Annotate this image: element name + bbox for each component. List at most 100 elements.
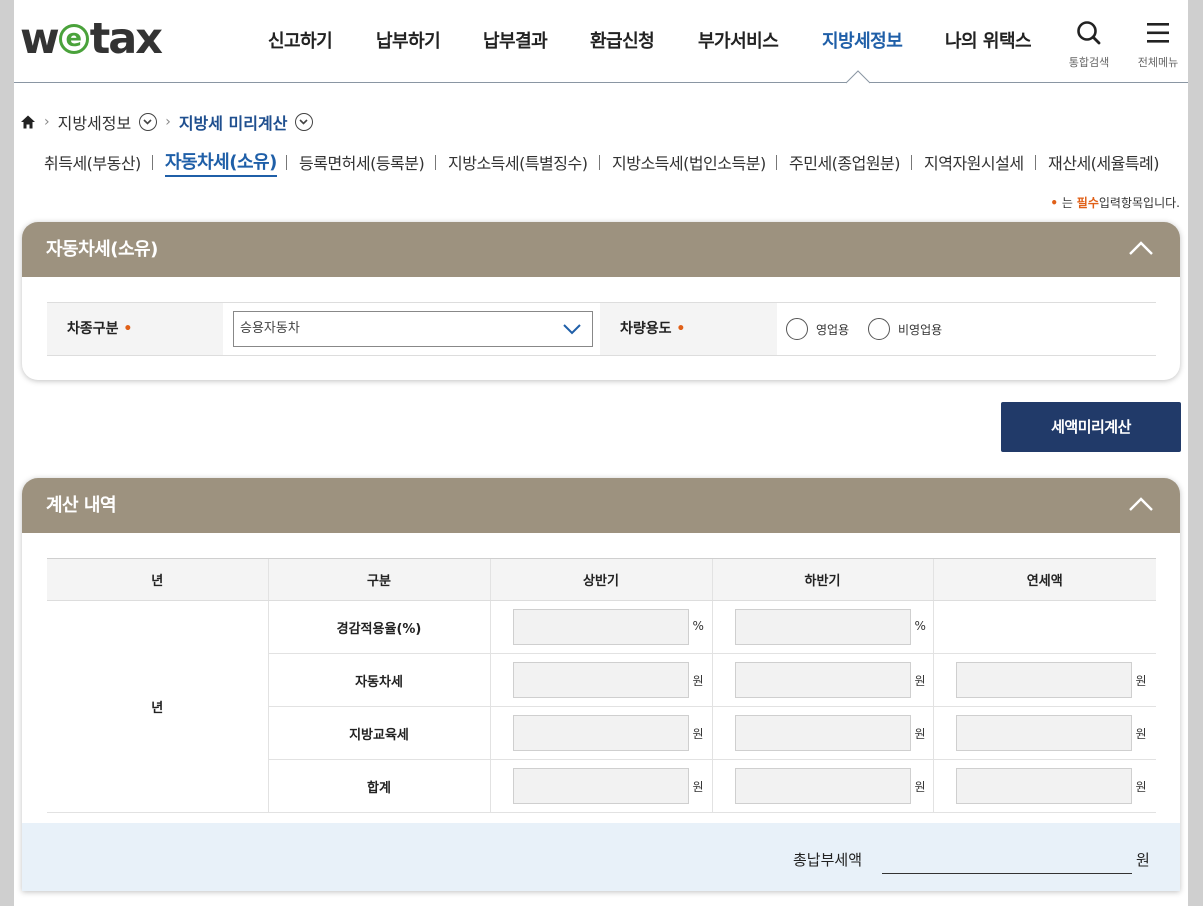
tab-property-tax[interactable]: 재산세(세율특례) [1048, 150, 1160, 174]
value-field[interactable] [734, 715, 911, 751]
calculate-button[interactable]: 세액미리계산 [1001, 402, 1181, 452]
required-marker: • [676, 321, 686, 337]
value-field[interactable] [512, 609, 689, 645]
tab-vehicle-tax[interactable]: 자동차세(소유) [165, 148, 277, 177]
vehicle-type-select[interactable]: 승용자동차 [233, 311, 593, 347]
first-half-cell: 원 [489, 653, 712, 707]
radio-label: 비영업용 [898, 322, 943, 337]
logo-text-tax: tax [89, 14, 163, 64]
tab-divider [1035, 155, 1036, 170]
table-header-row: 년 구분 상반기 하반기 연세액 [47, 558, 1156, 601]
first-half-cell: 원 [489, 759, 712, 813]
note-text: 입력항목입니다. [1098, 196, 1180, 210]
nav-refund[interactable]: 환급신청 [590, 27, 655, 53]
nav-local-tax-info[interactable]: 지방세정보 [822, 27, 903, 53]
tab-acquisition-tax[interactable]: 취득세(부동산) [44, 150, 141, 174]
tab-divider [776, 155, 777, 170]
unit-label: 원 [692, 674, 704, 688]
row-label: 자동차세 [267, 653, 490, 707]
value-field[interactable] [734, 768, 911, 804]
total-value-field[interactable] [882, 873, 1132, 874]
tab-local-income-tax-withholding[interactable]: 지방소득세(특별징수) [448, 150, 588, 174]
value-field[interactable] [512, 715, 689, 751]
second-half-cell: % [711, 600, 933, 654]
active-nav-indicator [846, 70, 870, 84]
radio-label: 영업용 [816, 322, 850, 337]
annual-cell [932, 600, 1156, 654]
first-half-cell: % [489, 600, 712, 654]
row-label: 지방교육세 [267, 706, 490, 760]
col-year: 년 [47, 558, 268, 601]
chevron-up-icon[interactable] [1128, 240, 1154, 256]
chevron-down-circle-icon[interactable] [295, 113, 314, 131]
value-field[interactable] [512, 662, 689, 698]
select-value: 승용자동차 [240, 321, 300, 336]
second-half-cell: 원 [711, 653, 933, 707]
unit-label: 원 [692, 727, 704, 741]
unit-label: 원 [914, 780, 926, 794]
home-icon[interactable] [20, 114, 36, 130]
unit-label: 원 [914, 727, 926, 741]
table-row: 년 경감적용율(%) % % [47, 600, 1156, 813]
panel-title: 자동차세(소유) [46, 239, 158, 260]
radio-circle[interactable] [868, 318, 890, 340]
value-field[interactable] [512, 768, 689, 804]
label-text: 차량용도 [620, 321, 672, 337]
first-half-cell: 원 [489, 706, 712, 760]
nav-payment[interactable]: 납부하기 [376, 27, 441, 53]
annual-cell: 원 [932, 759, 1156, 813]
radio-circle[interactable] [786, 318, 808, 340]
breadcrumb-level1[interactable]: 지방세정보 [58, 110, 132, 134]
chevron-up-icon[interactable] [1128, 496, 1154, 512]
tab-local-income-tax-corporate[interactable]: 지방소득세(법인소득분) [612, 150, 766, 174]
value-field[interactable] [734, 609, 911, 645]
tab-resident-tax[interactable]: 주민세(종업원분) [789, 150, 901, 174]
unit-label: 원 [1135, 780, 1147, 794]
radio-nonbusiness[interactable]: 비영업용 [868, 318, 942, 340]
nav-extra-services[interactable]: 부가서비스 [698, 27, 779, 53]
panel-header: 자동차세(소유) [22, 222, 1180, 277]
search-button[interactable]: 통합검색 [1064, 20, 1114, 70]
tab-regional-resource-tax[interactable]: 지역자원시설세 [924, 150, 1024, 174]
tab-registration-tax[interactable]: 등록면허세(등록분) [299, 150, 425, 174]
required-marker: • [123, 321, 133, 337]
all-menu-button[interactable]: 전체메뉴 [1132, 20, 1184, 70]
tab-divider [286, 155, 287, 170]
nav-payment-result[interactable]: 납부결과 [483, 27, 548, 53]
breadcrumb: › 지방세정보 › 지방세 미리계산 [20, 110, 314, 134]
search-caption: 통합검색 [1068, 56, 1110, 69]
total-label: 총납부세액 [793, 851, 863, 869]
unit-label: % [692, 619, 704, 633]
label-text: 차종구분 [67, 321, 119, 337]
tab-divider [435, 155, 436, 170]
chevron-down-circle-icon[interactable] [139, 113, 158, 131]
col-annual: 연세액 [932, 558, 1156, 601]
value-field[interactable] [955, 768, 1132, 804]
breadcrumb-current[interactable]: 지방세 미리계산 [179, 110, 288, 134]
radio-business[interactable]: 영업용 [786, 318, 849, 340]
required-fields-note: • 는 필수입력항목입니다. [1050, 194, 1180, 211]
vehicle-form-row: 차종구분 • 승용자동차 차량용도 • 영업용 비영업용 [47, 302, 1156, 356]
wetax-logo[interactable]: w e tax [20, 14, 163, 64]
nav-file-report[interactable]: 신고하기 [268, 27, 333, 53]
nav-my-wetax[interactable]: 나의 위택스 [945, 27, 1032, 53]
note-text: 는 [1061, 196, 1073, 210]
tab-divider [152, 155, 153, 170]
panel-header: 계산 내역 [22, 478, 1180, 533]
total-tax-bar: 총납부세액 원 [22, 823, 1180, 891]
chevron-right-icon: › [44, 114, 50, 130]
value-field[interactable] [955, 662, 1132, 698]
year-cell: 년 [47, 600, 268, 813]
vehicle-type-label: 차종구분 • [47, 303, 223, 355]
col-second-half: 하반기 [711, 558, 933, 601]
value-field[interactable] [955, 715, 1132, 751]
result-panel: 계산 내역 년 구분 상반기 하반기 연세액 년 경감적용율(%) % % 자동… [22, 478, 1180, 891]
search-icon [1077, 21, 1101, 45]
required-marker: • [1050, 196, 1059, 210]
vehicle-tax-panel: 자동차세(소유) 차종구분 • 승용자동차 차량용도 • 영업용 비영업용 [22, 222, 1180, 380]
value-field[interactable] [734, 662, 911, 698]
site-header: w e tax 신고하기 납부하기 납부결과 환급신청 부가서비스 지방세정보 나의… [14, 0, 1188, 84]
annual-cell: 원 [932, 653, 1156, 707]
vehicle-use-label: 차량용도 • [600, 303, 777, 355]
tab-divider [599, 155, 600, 170]
